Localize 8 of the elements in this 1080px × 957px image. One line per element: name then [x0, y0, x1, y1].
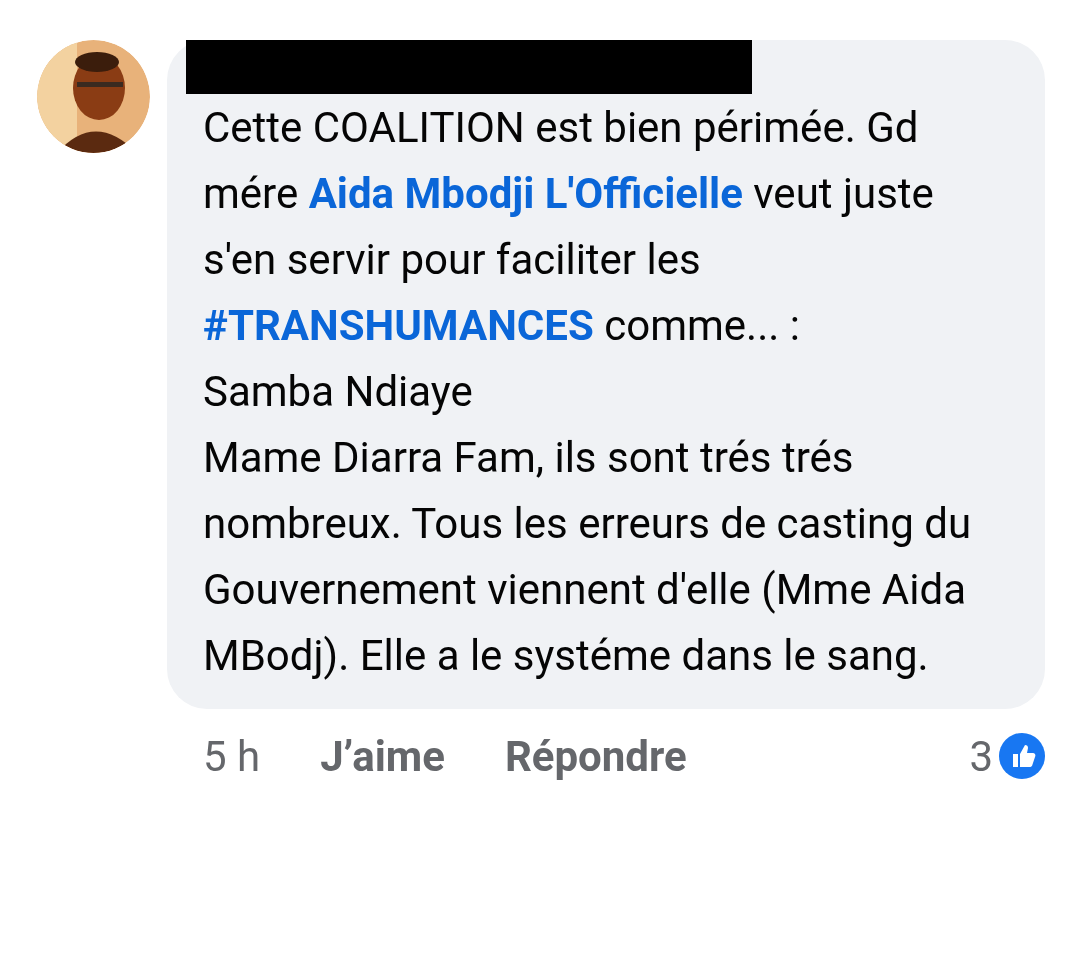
reaction-count: 3	[969, 730, 993, 783]
like-icon	[999, 733, 1045, 779]
reply-link[interactable]: Répondre	[504, 724, 687, 788]
comment-text: Cette COALITION est bien périmée. Gd mére Aida Mbodji L'Officielle veut juste s'en servir pour faciliter les #TRANSHUMANCES comme... : Samba Ndiaye Mame Diarra Fam, ils sont trés trés nombreux. Tous les erreurs de casting du Gouvernement viennent d'elle (Mme Aida MBodj). Elle a le systéme dans le sang.	[203, 102, 973, 682]
like-link[interactable]: J’aime	[320, 724, 445, 788]
link[interactable]: Aida Mbodji L'Officielle	[308, 169, 743, 218]
comment-time: 5 h	[203, 730, 261, 783]
link[interactable]: #TRANSHUMANCES	[203, 301, 594, 350]
